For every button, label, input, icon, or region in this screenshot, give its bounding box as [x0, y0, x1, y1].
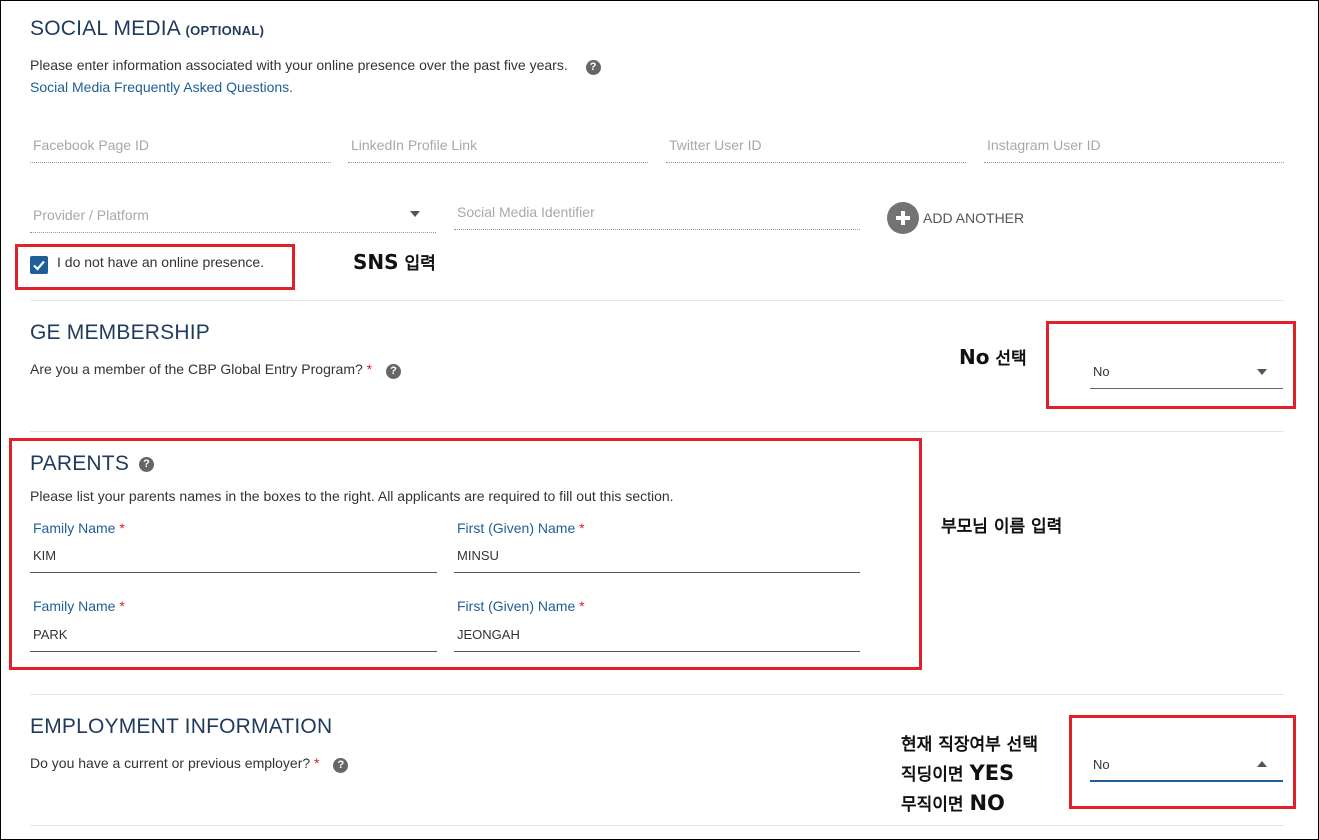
help-icon[interactable]: ? [585, 60, 601, 75]
annotation-employment-line1: 현재 직장여부 선택 [901, 735, 1038, 755]
optional-tag: (OPTIONAL) [185, 23, 265, 38]
employment-select[interactable]: No [1090, 755, 1283, 782]
annotation-employment: 현재 직장여부 선택 직딩이면 YES 무직이면 NO [901, 731, 1038, 819]
required-mark: * [119, 520, 125, 536]
given-name-input[interactable]: MINSU [454, 542, 860, 573]
twitter-placeholder: Twitter User ID [669, 137, 762, 153]
identifier-placeholder: Social Media Identifier [457, 204, 595, 220]
no-online-presence-option[interactable]: I do not have an online presence. [30, 254, 265, 274]
chevron-up-icon [1257, 761, 1267, 767]
annotation-sns-bold: SNS [353, 250, 399, 274]
add-another-label: ADD ANOTHER [923, 210, 1025, 226]
family-name-label: Family Name * [33, 598, 125, 614]
required-mark: * [579, 520, 585, 536]
divider [30, 300, 1284, 301]
required-mark: * [366, 361, 373, 377]
social-media-title: SOCIAL MEDIA [30, 17, 181, 40]
chevron-down-icon [410, 211, 420, 217]
given-name-value: MINSU [457, 548, 499, 563]
linkedin-input[interactable]: LinkedIn Profile Link [348, 137, 648, 163]
social-faq-link[interactable]: Social Media Frequently Asked Questions. [30, 79, 293, 95]
checkbox-checked-icon[interactable] [30, 256, 48, 274]
parents-title: PARENTS [30, 452, 130, 475]
required-mark: * [579, 598, 585, 614]
social-media-heading: SOCIAL MEDIA (OPTIONAL) [30, 17, 264, 41]
family-name-label-text: Family Name [33, 598, 116, 614]
employment-title: EMPLOYMENT INFORMATION [30, 715, 333, 738]
given-name-label-text: First (Given) Name [457, 520, 576, 536]
twitter-input[interactable]: Twitter User ID [666, 137, 966, 163]
provider-placeholder: Provider / Platform [33, 207, 149, 223]
plus-icon [887, 202, 919, 234]
family-name-label-text: Family Name [33, 520, 116, 536]
divider [30, 694, 1284, 695]
family-name-input[interactable]: KIM [30, 542, 437, 573]
given-name-value: JEONGAH [457, 627, 520, 642]
family-name-input[interactable]: PARK [30, 621, 437, 652]
required-mark: * [119, 598, 125, 614]
annotation-employment-line2: 직딩이면 YES [901, 761, 1015, 785]
social-identifier-input[interactable]: Social Media Identifier [454, 204, 860, 230]
ge-membership-select[interactable]: No [1090, 362, 1283, 389]
required-mark: * [314, 755, 320, 771]
annotation-sns-rest: 입력 [398, 254, 436, 274]
instagram-placeholder: Instagram User ID [987, 137, 1101, 153]
no-online-presence-label: I do not have an online presence. [57, 254, 265, 270]
facebook-placeholder: Facebook Page ID [33, 137, 149, 153]
annotation-employment-line3: 무직이면 NO [901, 791, 1005, 815]
family-name-label: Family Name * [33, 520, 125, 536]
annotation-sns: SNS 입력 [353, 249, 436, 274]
help-icon[interactable]: ? [139, 456, 155, 472]
given-name-label: First (Given) Name * [457, 598, 585, 614]
parents-description: Please list your parents names in the bo… [30, 488, 674, 504]
ge-selected-value: No [1093, 364, 1110, 379]
divider [30, 431, 1284, 432]
social-description-text: Please enter information associated with… [30, 57, 568, 73]
annotation-parents: 부모님 이름 입력 [941, 517, 1063, 537]
ge-question-text: Are you a member of the CBP Global Entry… [30, 361, 363, 377]
facebook-input[interactable]: Facebook Page ID [30, 137, 331, 163]
employment-question: Do you have a current or previous employ… [30, 755, 349, 773]
given-name-label: First (Given) Name * [457, 520, 585, 536]
linkedin-placeholder: LinkedIn Profile Link [351, 137, 478, 153]
social-media-description: Please enter information associated with… [30, 57, 601, 75]
instagram-input[interactable]: Instagram User ID [984, 137, 1284, 163]
annotation-ge-rest: 선택 [989, 349, 1027, 369]
chevron-down-icon [1257, 369, 1267, 375]
family-name-value: PARK [33, 627, 68, 642]
given-name-input[interactable]: JEONGAH [454, 621, 860, 652]
ge-membership-title: GE MEMBERSHIP [30, 321, 210, 344]
divider [30, 825, 1284, 826]
annotation-ge: No 선택 [959, 344, 1027, 369]
provider-select[interactable]: Provider / Platform [30, 207, 436, 233]
help-icon[interactable]: ? [333, 758, 349, 773]
family-name-value: KIM [33, 548, 57, 563]
parents-heading: PARENTS ? [30, 452, 155, 476]
given-name-label-text: First (Given) Name [457, 598, 576, 614]
add-another-button[interactable]: ADD ANOTHER [887, 202, 1024, 234]
help-icon[interactable]: ? [386, 364, 402, 379]
employment-selected-value: No [1093, 757, 1110, 772]
annotation-ge-bold: No [959, 345, 990, 369]
employment-question-text: Do you have a current or previous employ… [30, 755, 311, 771]
ge-question: Are you a member of the CBP Global Entry… [30, 361, 402, 379]
